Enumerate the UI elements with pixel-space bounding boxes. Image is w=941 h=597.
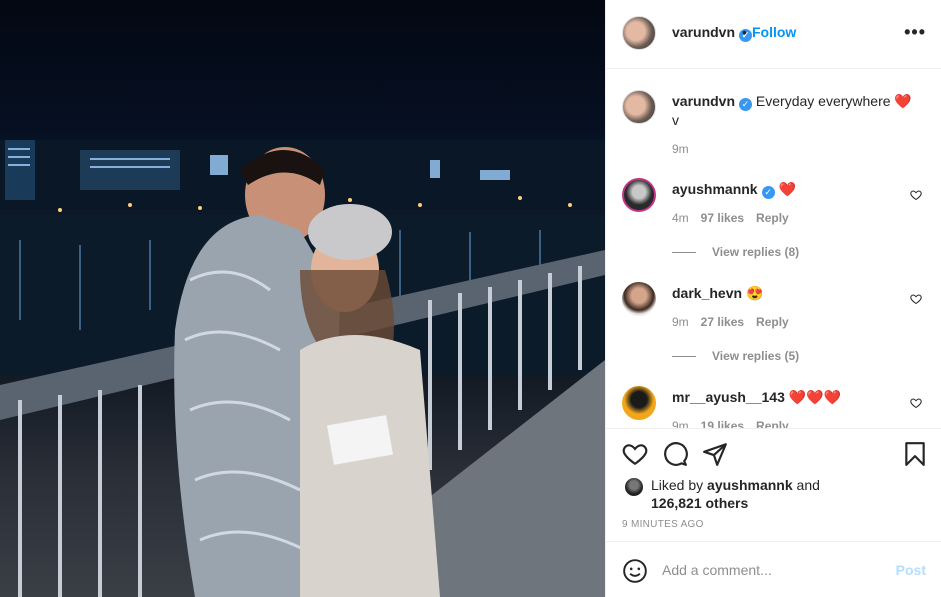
view-replies-button[interactable]: View replies (5) [672,349,799,363]
caption-second-line: v [672,112,679,128]
likes-count[interactable]: 126,821 others [651,495,748,511]
comment-username[interactable]: dark_hevn [672,285,742,301]
author-avatar[interactable] [622,16,656,50]
caption-meta: 9m [672,142,701,156]
comment-text: ayushmannk ✓ ❤️ [672,181,796,199]
comment-username[interactable]: mr__ayush__143 [672,389,785,405]
reply-button[interactable]: Reply [756,419,789,428]
reply-button[interactable]: Reply [756,315,789,329]
caption-avatar[interactable] [622,90,656,124]
comment-input[interactable] [662,558,882,582]
post-actions: Liked by ayushmannk and 126,821 others 9… [606,428,941,542]
likes-summary: Liked by ayushmannk and 126,821 others [651,477,820,511]
comment-text: dark_hevn 😍 [672,285,764,301]
comment-meta: 9m 19 likes Reply [672,419,801,428]
paper-plane-icon[interactable] [702,441,728,467]
post-comment-button[interactable]: Post [896,562,926,578]
post-header: varundvn ✓ • Follow ••• [606,0,941,69]
separator-dot: • [742,24,747,40]
comment-avatar[interactable] [622,282,656,316]
bookmark-icon[interactable] [902,441,928,467]
caption-text: Everyday everywhere [755,93,891,109]
heart-icon[interactable] [622,441,648,467]
comment-avatar[interactable] [622,178,656,212]
comment-like-heart-icon[interactable] [910,293,922,305]
follow-button[interactable]: Follow [752,24,796,40]
add-comment-bar: Post [606,543,941,597]
post-photo[interactable] [0,0,605,597]
verified-badge-icon: ✓ [761,186,775,199]
caption: varundvn ✓ Everyday everywhere ❤️ v [672,92,922,129]
smiley-icon[interactable] [622,558,648,584]
caption-emoji: ❤️ [894,93,912,109]
view-replies-button[interactable]: View replies (8) [672,245,799,259]
post-sidebar: varundvn ✓ • Follow ••• varundvn ✓ Everyda… [605,0,941,597]
comment-text: mr__ayush__143 ❤️❤️❤️ [672,389,842,405]
liker-username[interactable]: ayushmannk [707,477,793,493]
caption-time[interactable]: 9m [672,142,689,156]
comment-meta: 4m 97 likes Reply [672,211,789,225]
comments-list[interactable]: varundvn ✓ Everyday everywhere ❤️ v 9m ay… [606,70,941,428]
photo-scene [0,140,605,597]
comment-meta: 9m 27 likes Reply [672,315,789,329]
more-options-icon[interactable]: ••• [904,22,926,43]
post-time[interactable]: 9 MINUTES AGO [622,519,704,530]
author-username[interactable]: varundvn ✓ [672,24,753,42]
comment-icon[interactable] [662,441,688,467]
caption-username[interactable]: varundvn [672,93,735,109]
comment-like-heart-icon[interactable] [910,189,922,201]
comment-like-heart-icon[interactable] [910,397,922,409]
reply-button[interactable]: Reply [756,211,789,225]
liker-avatar[interactable] [624,477,644,497]
comment-avatar[interactable] [622,386,656,420]
verified-badge-icon: ✓ [739,98,753,111]
comment-username[interactable]: ayushmannk [672,181,758,197]
